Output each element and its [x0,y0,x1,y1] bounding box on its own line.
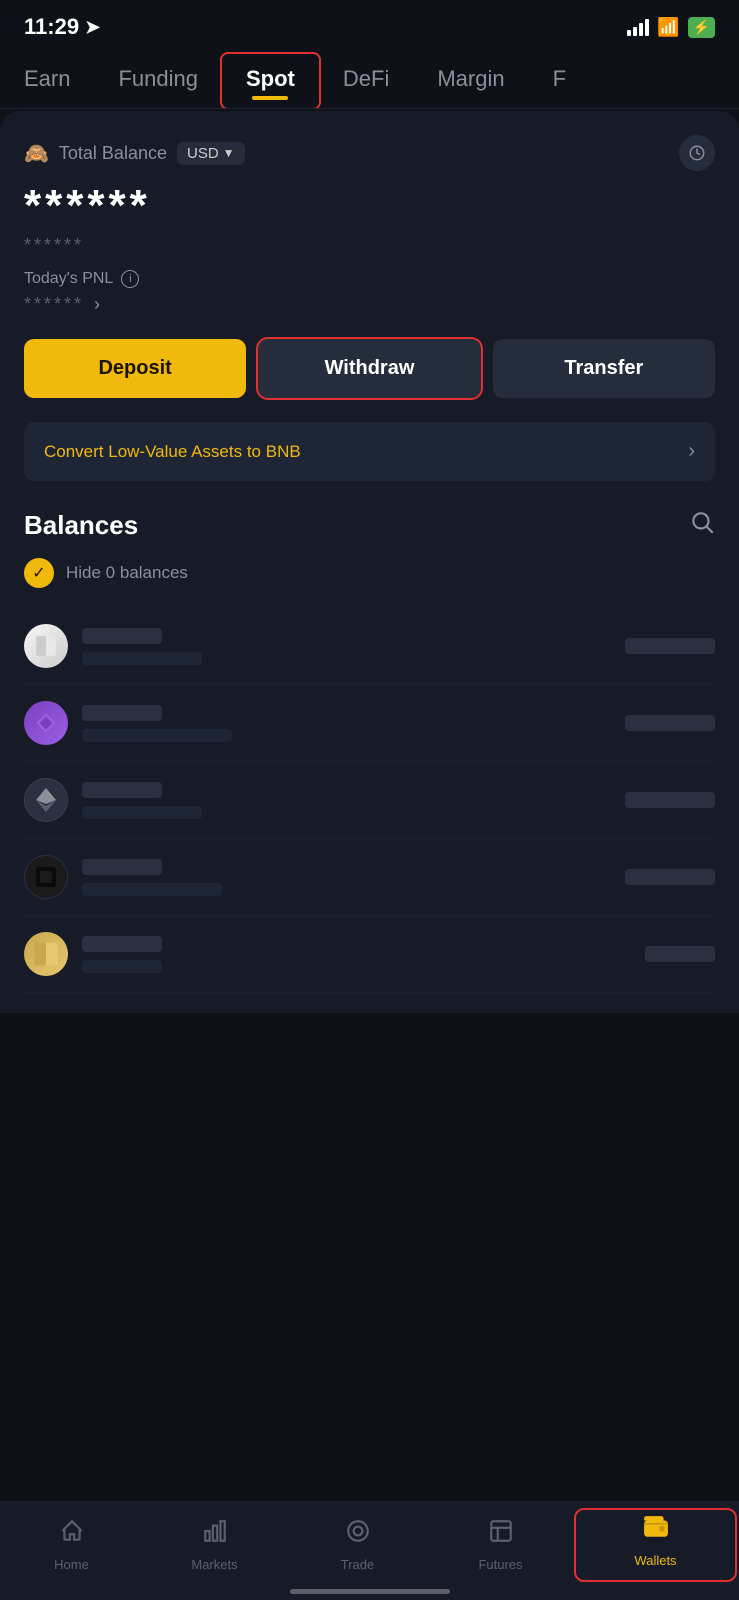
withdraw-button[interactable]: Withdraw [258,339,480,398]
hide-zero-checkbox[interactable]: ✓ [24,558,54,588]
wifi-icon: 📶 [657,17,679,38]
coin-name-blur [82,936,162,952]
tab-funding[interactable]: Funding [94,54,222,108]
main-content: 🙈 Total Balance USD ▼ ****** ****** Toda… [0,111,739,1013]
signal-bars [627,18,649,36]
list-item[interactable] [24,608,715,685]
pnl-value: ****** › [24,294,715,315]
markets-icon [202,1518,228,1551]
nav-home-label: Home [54,1557,89,1572]
coin-name-blur [82,859,162,875]
balance-sub: ****** [24,235,715,256]
list-item[interactable] [24,916,715,993]
nav-wallets[interactable]: Wallets [576,1510,735,1580]
deposit-button[interactable]: Deposit [24,339,246,398]
bottom-nav: Home Markets Trade Futures [0,1501,739,1600]
balance-value [625,638,715,654]
coin-sub-blur [82,960,162,973]
coin-icon [24,778,68,822]
status-bar: 11:29 ➤ 📶 ⚡ [0,0,739,50]
balance-label: 🙈 Total Balance USD ▼ [24,141,245,166]
tab-margin[interactable]: Margin [413,54,528,108]
tab-earn[interactable]: Earn [0,54,94,108]
coin-name-blur [82,628,162,644]
balance-header: 🙈 Total Balance USD ▼ [24,135,715,171]
coin-sub-blur [82,729,232,742]
hide-zero-row: ✓ Hide 0 balances [24,558,715,588]
tab-defi[interactable]: DeFi [319,54,413,108]
convert-banner[interactable]: Convert Low-Value Assets to BNB › [24,422,715,481]
list-item[interactable] [24,839,715,916]
coin-icon [24,624,68,668]
convert-arrow-icon: › [688,440,695,463]
nav-futures[interactable]: Futures [429,1514,572,1576]
pnl-arrow-icon[interactable]: › [94,294,103,315]
convert-text: Convert Low-Value Assets to BNB [44,442,301,462]
futures-icon [488,1518,514,1551]
search-button[interactable] [689,509,715,542]
nav-markets[interactable]: Markets [143,1514,286,1576]
coin-name-blur [82,705,162,721]
nav-home[interactable]: Home [0,1514,143,1576]
coin-icon [24,855,68,899]
balance-value [625,715,715,731]
balance-value [645,946,715,962]
balances-title: Balances [24,510,138,541]
home-icon [59,1518,85,1551]
currency-selector[interactable]: USD ▼ [177,142,245,165]
nav-markets-label: Markets [191,1557,237,1572]
list-item[interactable] [24,762,715,839]
nav-wallets-label: Wallets [634,1553,676,1568]
trade-icon [345,1518,371,1551]
nav-tabs: Earn Funding Spot DeFi Margin F [0,50,739,109]
history-icon[interactable] [679,135,715,171]
pnl-label: Today's PNL i [24,270,715,288]
nav-trade[interactable]: Trade [286,1514,429,1576]
coin-sub-blur [82,883,222,896]
hide-balance-icon[interactable]: 🙈 [24,141,49,166]
status-icons: 📶 ⚡ [627,17,715,38]
coin-name-blur [82,782,162,798]
hide-zero-label: Hide 0 balances [66,563,188,583]
balance-stars: ****** [24,181,715,231]
coin-sub-blur [82,652,202,665]
tab-spot[interactable]: Spot [222,54,319,108]
coin-icon [24,932,68,976]
coin-sub-blur [82,806,202,819]
nav-futures-label: Futures [478,1557,522,1572]
wallets-icon [643,1514,669,1547]
action-buttons: Deposit Withdraw Transfer [24,339,715,398]
location-icon: ➤ [85,17,100,38]
tab-f[interactable]: F [529,54,590,108]
battery-icon: ⚡ [688,17,715,38]
balance-value [625,869,715,885]
balances-header: Balances [24,509,715,542]
list-item[interactable] [24,685,715,762]
coin-icon [24,701,68,745]
pnl-info-icon[interactable]: i [121,270,139,288]
transfer-button[interactable]: Transfer [493,339,715,398]
nav-trade-label: Trade [341,1557,374,1572]
status-time: 11:29 ➤ [24,14,100,40]
home-indicator [290,1589,450,1594]
balance-list [24,608,715,993]
balance-value [625,792,715,808]
